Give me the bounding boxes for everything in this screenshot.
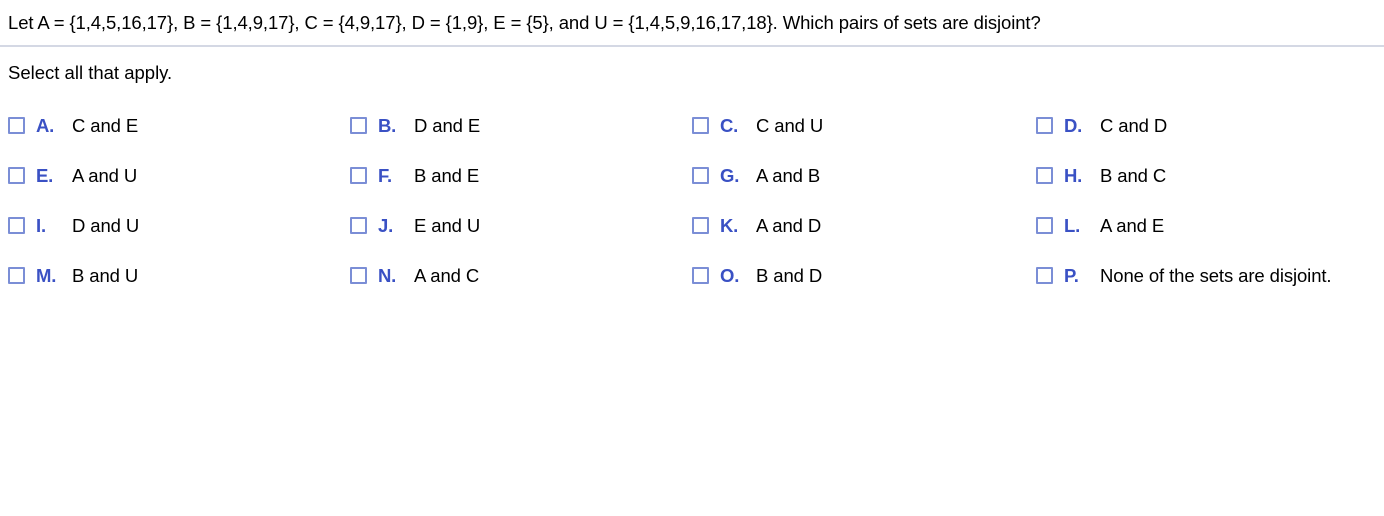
option-text-o: B and D — [756, 265, 823, 286]
option-text-e: A and U — [72, 165, 138, 186]
option-l[interactable]: L. A and E — [1036, 213, 1376, 239]
option-k[interactable]: K. A and D — [692, 213, 1036, 239]
option-text-h: B and C — [1100, 165, 1167, 186]
checkbox-icon-f[interactable] — [350, 167, 367, 184]
option-letter-e: E. — [36, 165, 54, 186]
checkbox-icon-b[interactable] — [350, 117, 367, 134]
option-g[interactable]: G. A and B — [692, 163, 1036, 189]
option-letter-j: J. — [378, 215, 394, 236]
option-letter-l: L. — [1064, 215, 1081, 236]
checkbox-icon-i[interactable] — [8, 217, 25, 234]
option-text-l: A and E — [1100, 215, 1165, 236]
option-c[interactable]: C. C and U — [692, 113, 1036, 139]
option-letter-h: H. — [1064, 165, 1083, 186]
option-letter-f: F. — [378, 165, 392, 186]
checkbox-icon-g[interactable] — [692, 167, 709, 184]
checkbox-icon-o[interactable] — [692, 267, 709, 284]
option-d[interactable]: D. C and D — [1036, 113, 1376, 139]
option-letter-b: B. — [378, 115, 397, 136]
checkbox-icon-j[interactable] — [350, 217, 367, 234]
option-text-n: A and C — [414, 265, 480, 286]
option-letter-n: N. — [378, 265, 397, 286]
option-h[interactable]: H. B and C — [1036, 163, 1376, 189]
option-text-g: A and B — [756, 165, 821, 186]
option-m[interactable]: M. B and U — [8, 263, 350, 289]
checkbox-icon-l[interactable] — [1036, 217, 1053, 234]
checkbox-icon-m[interactable] — [8, 267, 25, 284]
question-stem: Let A = {1,4,5,16,17}, B = {1,4,9,17}, C… — [8, 12, 1041, 33]
option-o[interactable]: O. B and D — [692, 263, 1036, 289]
option-text-k: A and D — [756, 215, 822, 236]
checkbox-icon-d[interactable] — [1036, 117, 1053, 134]
option-letter-c: C. — [720, 115, 739, 136]
option-a[interactable]: A. C and E — [8, 113, 350, 139]
option-letter-o: O. — [720, 265, 740, 286]
checkbox-icon-k[interactable] — [692, 217, 709, 234]
option-text-i: D and U — [72, 215, 140, 236]
option-letter-g: G. — [720, 165, 740, 186]
option-b[interactable]: B. D and E — [350, 113, 692, 139]
option-f[interactable]: F. B and E — [350, 163, 692, 189]
option-letter-m: M. — [36, 265, 57, 286]
option-text-p: None of the sets are disjoint. — [1100, 265, 1332, 286]
option-n[interactable]: N. A and C — [350, 263, 692, 289]
option-p[interactable]: P. None of the sets are disjoint. — [1036, 263, 1376, 289]
option-text-d: C and D — [1100, 115, 1168, 136]
checkbox-icon-p[interactable] — [1036, 267, 1053, 284]
instruction-text: Select all that apply. — [8, 62, 173, 83]
option-text-c: C and U — [756, 115, 824, 136]
options-grid: A. C and E B. D and E C. C and U D. C an… — [0, 113, 1384, 313]
checkbox-icon-a[interactable] — [8, 117, 25, 134]
option-e[interactable]: E. A and U — [8, 163, 350, 189]
checkbox-icon-e[interactable] — [8, 167, 25, 184]
option-letter-i: I. — [36, 215, 46, 236]
option-text-j: E and U — [414, 215, 481, 236]
checkbox-icon-n[interactable] — [350, 267, 367, 284]
checkbox-icon-c[interactable] — [692, 117, 709, 134]
option-letter-k: K. — [720, 215, 739, 236]
option-letter-a: A. — [36, 115, 55, 136]
checkbox-icon-h[interactable] — [1036, 167, 1053, 184]
option-i[interactable]: I. D and U — [8, 213, 350, 239]
quiz-question-panel: Let A = {1,4,5,16,17}, B = {1,4,9,17}, C… — [0, 0, 1384, 516]
option-text-m: B and U — [72, 265, 139, 286]
option-text-a: C and E — [72, 115, 139, 136]
option-letter-d: D. — [1064, 115, 1083, 136]
option-j[interactable]: J. E and U — [350, 213, 692, 239]
option-letter-p: P. — [1064, 265, 1079, 286]
option-text-f: B and E — [414, 165, 480, 186]
option-text-b: D and E — [414, 115, 481, 136]
